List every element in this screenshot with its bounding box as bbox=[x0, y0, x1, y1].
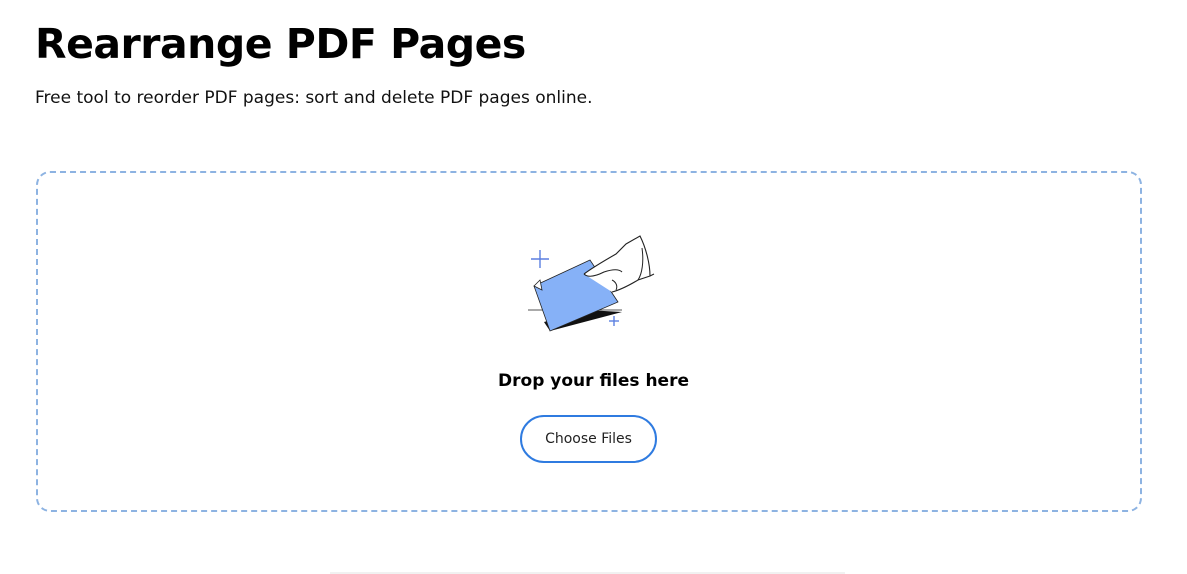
choose-files-button[interactable]: Choose Files bbox=[520, 415, 657, 463]
drop-files-label: Drop your files here bbox=[498, 371, 689, 391]
page-subtitle: Free tool to reorder PDF pages: sort and… bbox=[35, 88, 593, 108]
page: Rearrange PDF Pages Free tool to reorder… bbox=[0, 0, 1187, 574]
hand-dropping-file-icon bbox=[528, 235, 655, 332]
page-title: Rearrange PDF Pages bbox=[35, 20, 526, 68]
